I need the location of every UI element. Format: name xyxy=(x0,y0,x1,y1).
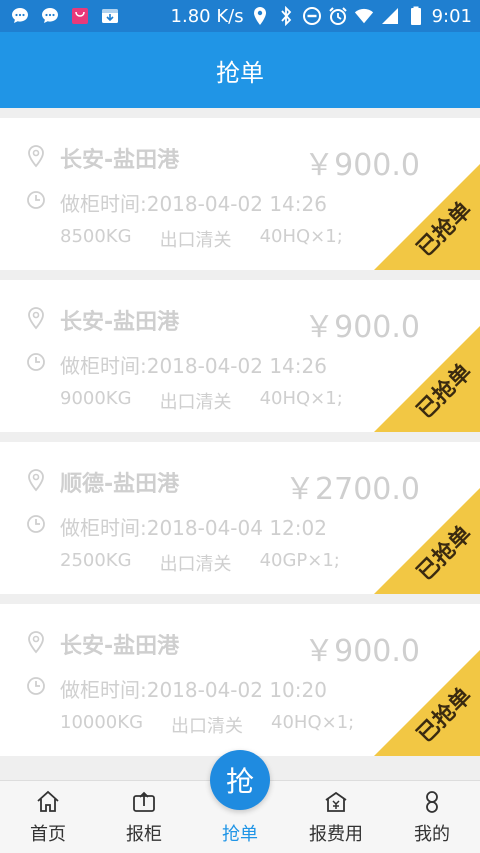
order-type: 出口清关 xyxy=(159,230,232,251)
tab-profile[interactable]: 我的 xyxy=(384,781,480,853)
tab-label: 首页 xyxy=(30,824,66,845)
order-container: 40GP×1; xyxy=(259,550,340,571)
user-icon xyxy=(419,789,445,820)
chat-icon xyxy=(40,6,60,26)
home-icon xyxy=(35,789,61,820)
chat-icon xyxy=(10,6,30,26)
grab-glyph: 抢 xyxy=(225,765,254,798)
tab-report-fees[interactable]: 报费用 xyxy=(288,781,384,853)
tab-label: 报柜 xyxy=(126,824,162,845)
grab-order-icon[interactable]: 抢 xyxy=(210,750,270,810)
signal-icon xyxy=(380,6,400,26)
order-type: 出口清关 xyxy=(159,554,232,575)
bluetooth-icon xyxy=(276,6,296,26)
order-meta: 9000KG 出口清关 40HQ×1; xyxy=(60,388,343,414)
order-load-time: 做柜时间:2018-04-02 14:26 xyxy=(60,192,327,216)
order-load-time: 做柜时间:2018-04-04 12:02 xyxy=(60,516,327,540)
grabbed-ribbon: 已抢单 xyxy=(374,164,480,270)
order-meta: 2500KG 出口清关 40GP×1; xyxy=(60,550,340,576)
location-pin-icon xyxy=(26,144,46,172)
order-container: 40HQ×1; xyxy=(259,388,343,409)
clock-icon xyxy=(26,514,46,538)
fee-icon xyxy=(323,789,349,820)
upload-box-icon xyxy=(131,789,157,820)
location-pin-icon xyxy=(26,630,46,658)
order-card[interactable]: 长安-盐田港 ￥900.0 做柜时间:2018-04-02 14:26 8500… xyxy=(0,118,480,270)
grabbed-ribbon: 已抢单 xyxy=(374,650,480,756)
tab-label: 报费用 xyxy=(309,824,363,845)
location-icon xyxy=(250,6,270,26)
location-pin-icon xyxy=(26,306,46,334)
order-load-time: 做柜时间:2018-04-02 14:26 xyxy=(60,354,327,378)
order-weight: 8500KG xyxy=(60,226,132,247)
grabbed-ribbon: 已抢单 xyxy=(374,488,480,594)
order-type: 出口清关 xyxy=(171,716,244,737)
download-icon xyxy=(100,6,120,26)
status-bar: 1.80 K/s 9:01 xyxy=(0,0,480,32)
order-route: 顺德-盐田港 xyxy=(60,472,180,497)
order-card[interactable]: 长安-盐田港 ￥900.0 做柜时间:2018-04-02 14:26 9000… xyxy=(0,280,480,432)
page-header: 抢单 xyxy=(0,32,480,108)
battery-icon xyxy=(406,6,426,26)
order-route: 长安-盐田港 xyxy=(60,634,180,659)
wifi-icon xyxy=(354,6,374,26)
page-title: 抢单 xyxy=(216,58,264,87)
network-speed: 1.80 K/s xyxy=(170,5,244,27)
order-route: 长安-盐田港 xyxy=(60,148,180,173)
order-container: 40HQ×1; xyxy=(259,226,343,247)
alarm-icon xyxy=(328,6,348,26)
clock-icon xyxy=(26,676,46,700)
tab-home[interactable]: 首页 xyxy=(0,781,96,853)
shopping-bag-icon xyxy=(70,6,90,26)
dnd-icon xyxy=(302,6,322,26)
order-type: 出口清关 xyxy=(159,392,232,413)
order-weight: 10000KG xyxy=(60,712,144,733)
location-pin-icon xyxy=(26,468,46,496)
grabbed-ribbon: 已抢单 xyxy=(374,326,480,432)
tab-label: 我的 xyxy=(414,824,450,845)
tab-report-container[interactable]: 报柜 xyxy=(96,781,192,853)
order-meta: 10000KG 出口清关 40HQ×1; xyxy=(60,712,354,738)
clock-time: 9:01 xyxy=(431,5,472,27)
order-weight: 2500KG xyxy=(60,550,132,571)
order-card[interactable]: 顺德-盐田港 ￥2700.0 做柜时间:2018-04-04 12:02 250… xyxy=(0,442,480,594)
order-list[interactable]: 长安-盐田港 ￥900.0 做柜时间:2018-04-02 14:26 8500… xyxy=(0,108,480,780)
order-weight: 9000KG xyxy=(60,388,132,409)
order-load-time: 做柜时间:2018-04-02 10:20 xyxy=(60,678,327,702)
order-container: 40HQ×1; xyxy=(271,712,355,733)
order-card[interactable]: 长安-盐田港 ￥900.0 做柜时间:2018-04-02 10:20 1000… xyxy=(0,604,480,756)
tab-label: 抢单 xyxy=(222,824,258,845)
order-meta: 8500KG 出口清关 40HQ×1; xyxy=(60,226,343,252)
clock-icon xyxy=(26,352,46,376)
clock-icon xyxy=(26,190,46,214)
order-route: 长安-盐田港 xyxy=(60,310,180,335)
